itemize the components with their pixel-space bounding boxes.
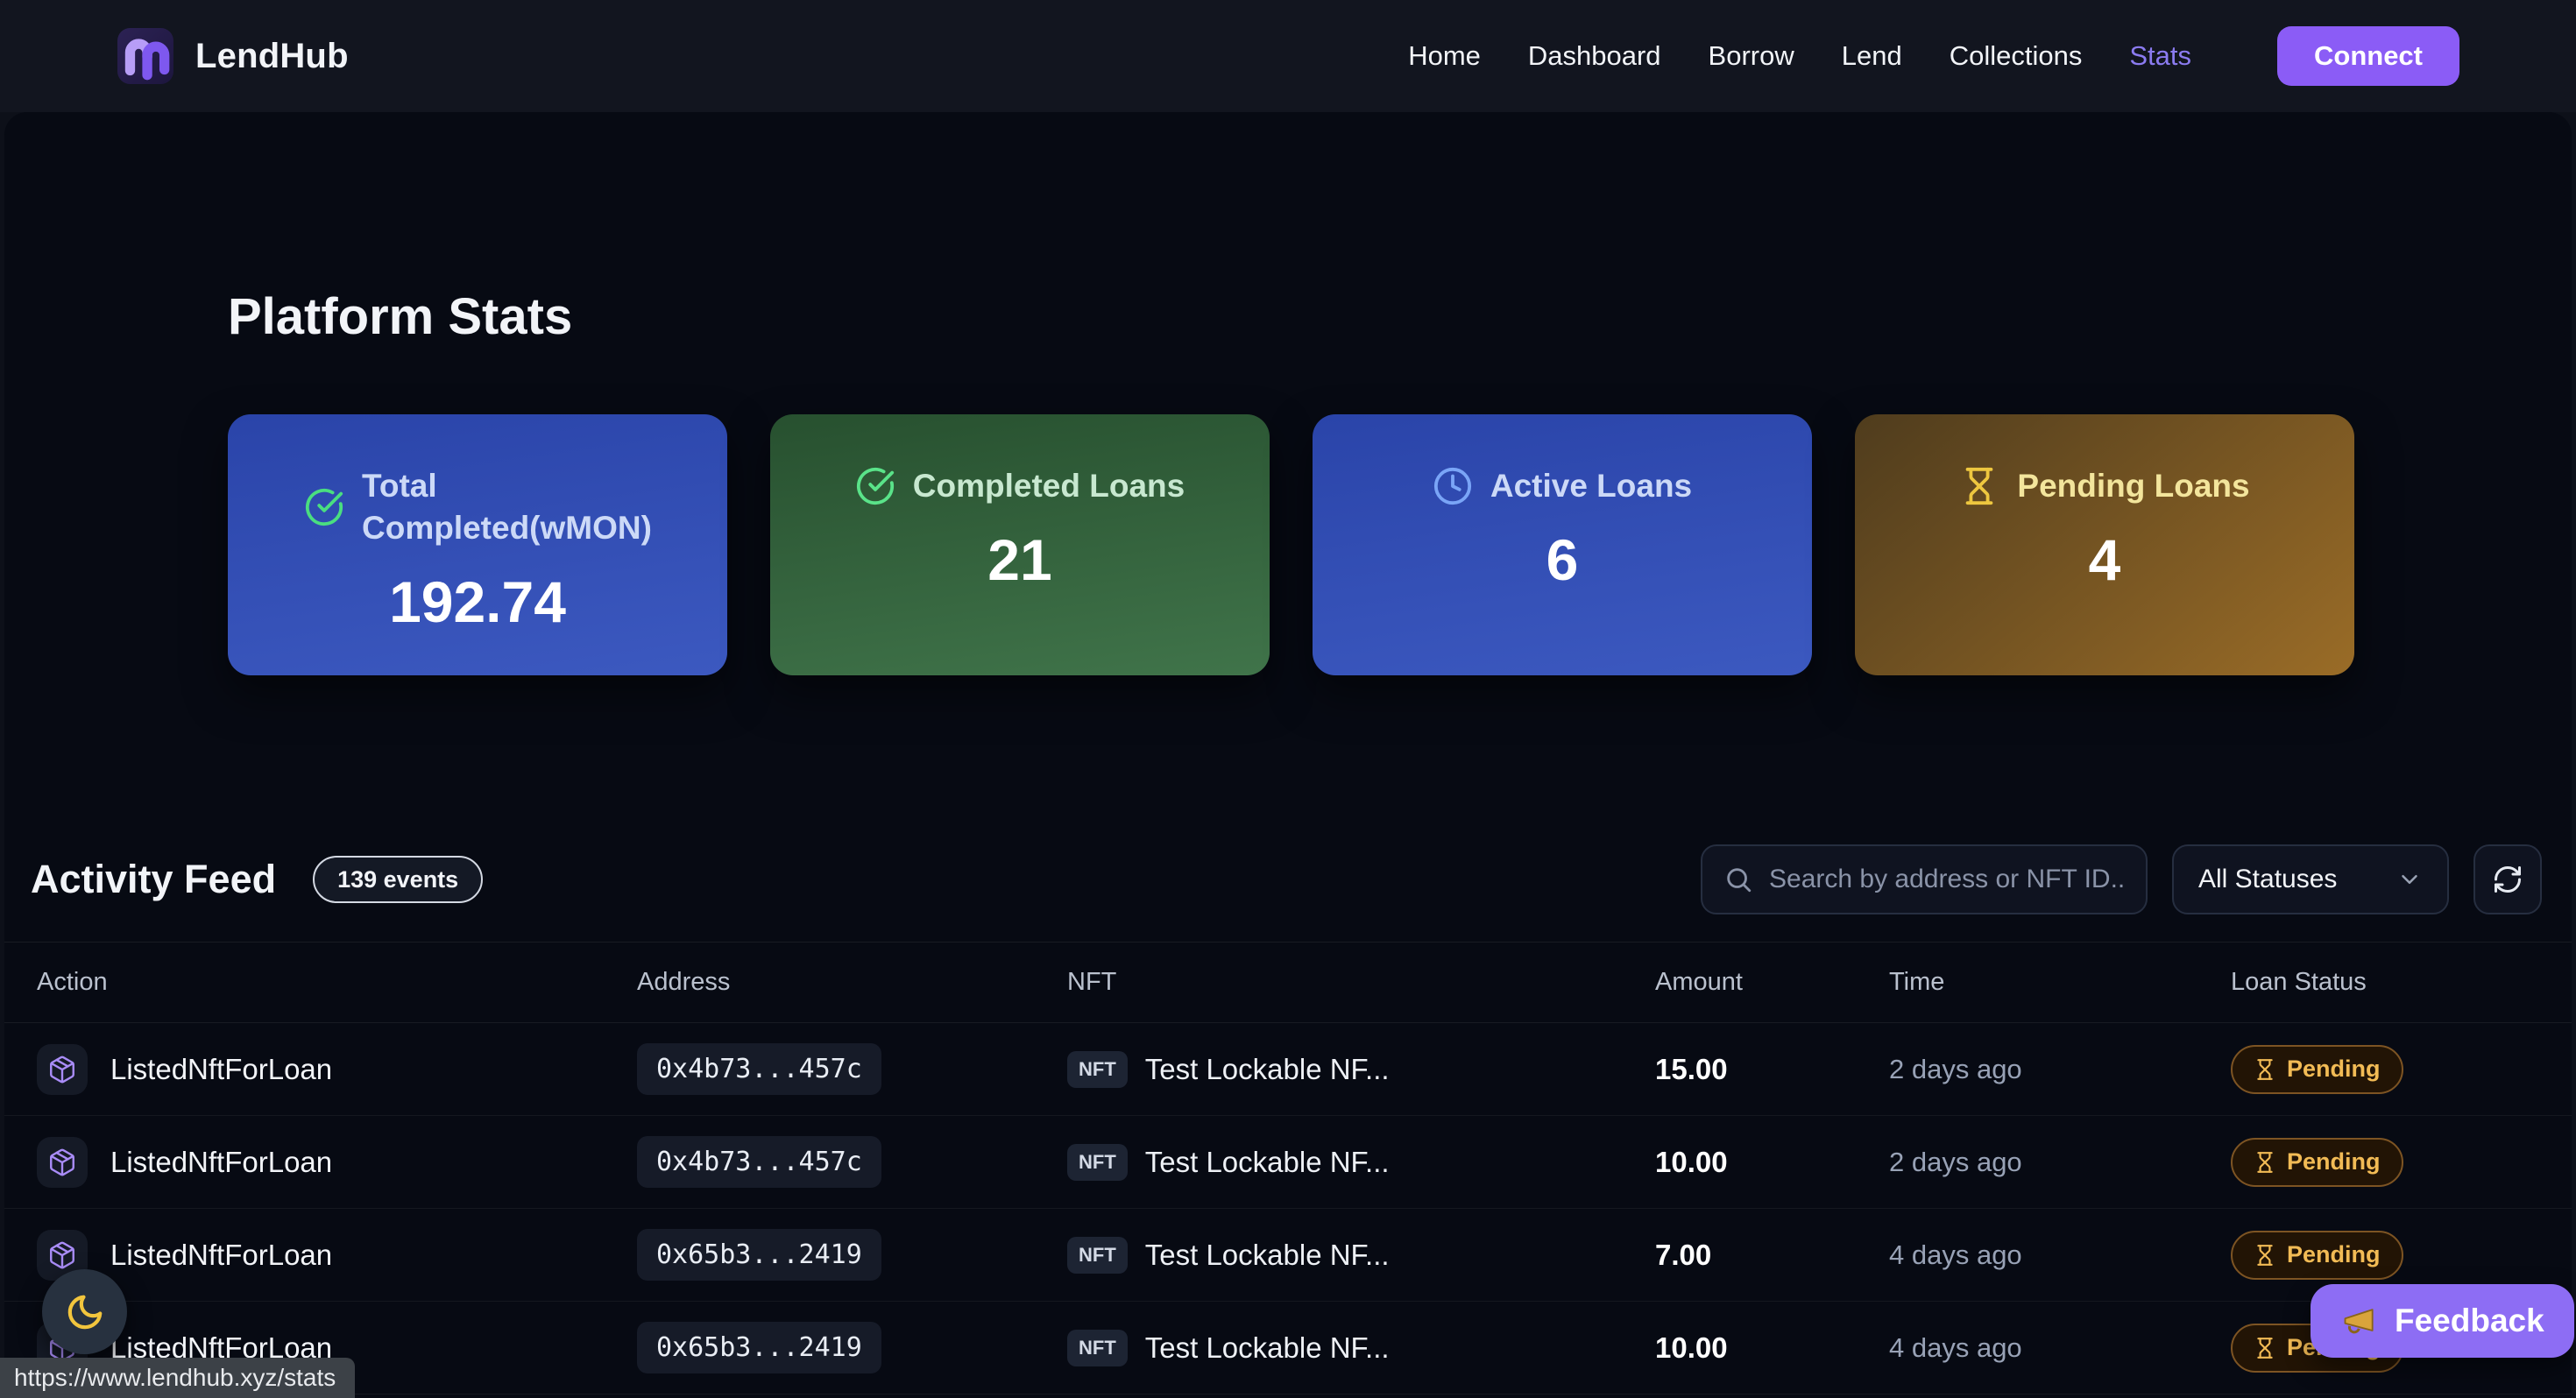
address-chip: 0x4b73...457c bbox=[637, 1136, 881, 1188]
nft-badge: NFT bbox=[1067, 1330, 1128, 1366]
feedback-label: Feedback bbox=[2395, 1303, 2544, 1339]
search-box[interactable] bbox=[1701, 844, 2148, 914]
nav-item-dashboard[interactable]: Dashboard bbox=[1528, 40, 1661, 72]
clock-icon bbox=[1433, 466, 1473, 506]
stat-card-completed-loans: Completed Loans 21 bbox=[770, 414, 1270, 675]
activity-feed-title: Activity Feed bbox=[31, 857, 276, 902]
activity-table: Action Address NFT Amount Time Loan Stat… bbox=[4, 942, 2572, 1398]
action-label: ListedNftForLoan bbox=[110, 1239, 332, 1272]
nft-name: Test Lockable NF... bbox=[1145, 1053, 1390, 1086]
nav-item-home[interactable]: Home bbox=[1408, 40, 1481, 72]
stat-card-value: 192.74 bbox=[389, 568, 566, 635]
lendhub-logo-icon bbox=[117, 27, 174, 85]
col-action: Action bbox=[37, 968, 637, 997]
chevron-down-icon bbox=[2396, 866, 2423, 893]
amount-value: 7.00 bbox=[1655, 1239, 1889, 1272]
megaphone-icon bbox=[2340, 1302, 2379, 1340]
amount-value: 10.00 bbox=[1655, 1331, 1889, 1365]
status-label: Pending bbox=[2287, 1148, 2381, 1176]
amount-value: 10.00 bbox=[1655, 1146, 1889, 1179]
address-chip: 0x4b73...457c bbox=[637, 1043, 881, 1095]
status-filter-select[interactable]: All Statuses bbox=[2172, 844, 2449, 914]
main-panel: Platform Stats Total Completed(wMON) 192… bbox=[4, 112, 2572, 1398]
stat-card-label: Completed Loans bbox=[913, 465, 1185, 507]
col-nft: NFT bbox=[1067, 968, 1655, 997]
refresh-button[interactable] bbox=[2473, 844, 2542, 914]
action-label: ListedNftForLoan bbox=[110, 1146, 332, 1179]
table-header: Action Address NFT Amount Time Loan Stat… bbox=[4, 942, 2572, 1023]
nav: Home Dashboard Borrow Lend Collections S… bbox=[1408, 26, 2459, 86]
hourglass-icon bbox=[1959, 466, 1999, 506]
feedback-button[interactable]: Feedback bbox=[2311, 1284, 2574, 1358]
dark-mode-toggle[interactable] bbox=[42, 1269, 127, 1354]
col-loan-status: Loan Status bbox=[2231, 968, 2545, 997]
moon-icon bbox=[65, 1292, 105, 1332]
col-address: Address bbox=[637, 968, 1067, 997]
table-row[interactable]: ListedNftForLoan 0x4b73...457c NFT Test … bbox=[4, 1116, 2572, 1209]
brand-name: LendHub bbox=[195, 37, 349, 76]
events-count-badge: 139 events bbox=[313, 856, 483, 903]
brand[interactable]: LendHub bbox=[117, 27, 349, 85]
stat-card-value: 4 bbox=[2089, 526, 2121, 593]
status-label: Pending bbox=[2287, 1241, 2381, 1268]
stat-card-label: Active Loans bbox=[1490, 465, 1692, 507]
nav-item-lend[interactable]: Lend bbox=[1842, 40, 1902, 72]
nft-name: Test Lockable NF... bbox=[1145, 1331, 1390, 1365]
stat-cards: Total Completed(wMON) 192.74 Completed L… bbox=[228, 414, 2354, 675]
table-row[interactable]: ListedNftForLoan 0x4b73...457c NFT Test … bbox=[4, 1023, 2572, 1116]
status-badge: Pending bbox=[2231, 1045, 2403, 1094]
nav-item-borrow[interactable]: Borrow bbox=[1709, 40, 1794, 72]
table-row[interactable]: RepaidLoan 0x4b73...457c NFT - - 7 days … bbox=[4, 1394, 2572, 1398]
hourglass-icon bbox=[2254, 1151, 2276, 1174]
stat-card-active-loans: Active Loans 6 bbox=[1313, 414, 1812, 675]
stat-card-total-completed: Total Completed(wMON) 192.74 bbox=[228, 414, 727, 675]
hourglass-icon bbox=[2254, 1337, 2276, 1359]
address-chip: 0x65b3...2419 bbox=[637, 1322, 881, 1373]
status-url-tooltip: https://www.lendhub.xyz/stats bbox=[0, 1358, 355, 1398]
nft-name: Test Lockable NF... bbox=[1145, 1239, 1390, 1272]
stat-card-value: 6 bbox=[1546, 526, 1579, 593]
table-body: ListedNftForLoan 0x4b73...457c NFT Test … bbox=[4, 1023, 2572, 1398]
hourglass-icon bbox=[2254, 1244, 2276, 1267]
col-amount: Amount bbox=[1655, 968, 1889, 997]
amount-value: 15.00 bbox=[1655, 1053, 1889, 1086]
search-input[interactable] bbox=[1769, 865, 2125, 894]
status-badge: Pending bbox=[2231, 1138, 2403, 1187]
stat-card-pending-loans: Pending Loans 4 bbox=[1855, 414, 2354, 675]
nav-item-stats[interactable]: Stats bbox=[2129, 40, 2191, 72]
time-value: 4 days ago bbox=[1889, 1332, 2231, 1364]
package-icon bbox=[37, 1137, 88, 1188]
check-circle-icon bbox=[304, 487, 344, 527]
nft-badge: NFT bbox=[1067, 1051, 1128, 1088]
table-row[interactable]: ListedNftForLoan 0x65b3...2419 NFT Test … bbox=[4, 1209, 2572, 1302]
time-value: 2 days ago bbox=[1889, 1054, 2231, 1085]
nft-badge: NFT bbox=[1067, 1144, 1128, 1181]
refresh-icon bbox=[2492, 864, 2523, 895]
check-circle-icon bbox=[855, 466, 895, 506]
activity-feed-header: Activity Feed 139 events All Statuses bbox=[31, 844, 2542, 914]
stat-card-value: 21 bbox=[987, 526, 1051, 593]
package-icon bbox=[37, 1044, 88, 1095]
status-filter-value: All Statuses bbox=[2198, 865, 2337, 894]
nft-badge: NFT bbox=[1067, 1237, 1128, 1274]
col-time: Time bbox=[1889, 968, 2231, 997]
hourglass-icon bbox=[2254, 1058, 2276, 1081]
stat-card-label: Pending Loans bbox=[2017, 465, 2249, 507]
search-icon bbox=[1723, 865, 1753, 894]
table-row[interactable]: ListedNftForLoan 0x65b3...2419 NFT Test … bbox=[4, 1302, 2572, 1394]
navbar: LendHub Home Dashboard Borrow Lend Colle… bbox=[0, 0, 2576, 112]
feed-controls: All Statuses bbox=[1701, 844, 2542, 914]
page-title: Platform Stats bbox=[228, 287, 572, 346]
action-label: ListedNftForLoan bbox=[110, 1053, 332, 1086]
nft-name: Test Lockable NF... bbox=[1145, 1146, 1390, 1179]
time-value: 4 days ago bbox=[1889, 1239, 2231, 1271]
status-badge: Pending bbox=[2231, 1231, 2403, 1280]
status-label: Pending bbox=[2287, 1056, 2381, 1083]
address-chip: 0x65b3...2419 bbox=[637, 1229, 881, 1281]
stat-card-label: Total Completed(wMON) bbox=[362, 465, 651, 549]
time-value: 2 days ago bbox=[1889, 1147, 2231, 1178]
nav-item-collections[interactable]: Collections bbox=[1950, 40, 2083, 72]
connect-button[interactable]: Connect bbox=[2277, 26, 2459, 86]
